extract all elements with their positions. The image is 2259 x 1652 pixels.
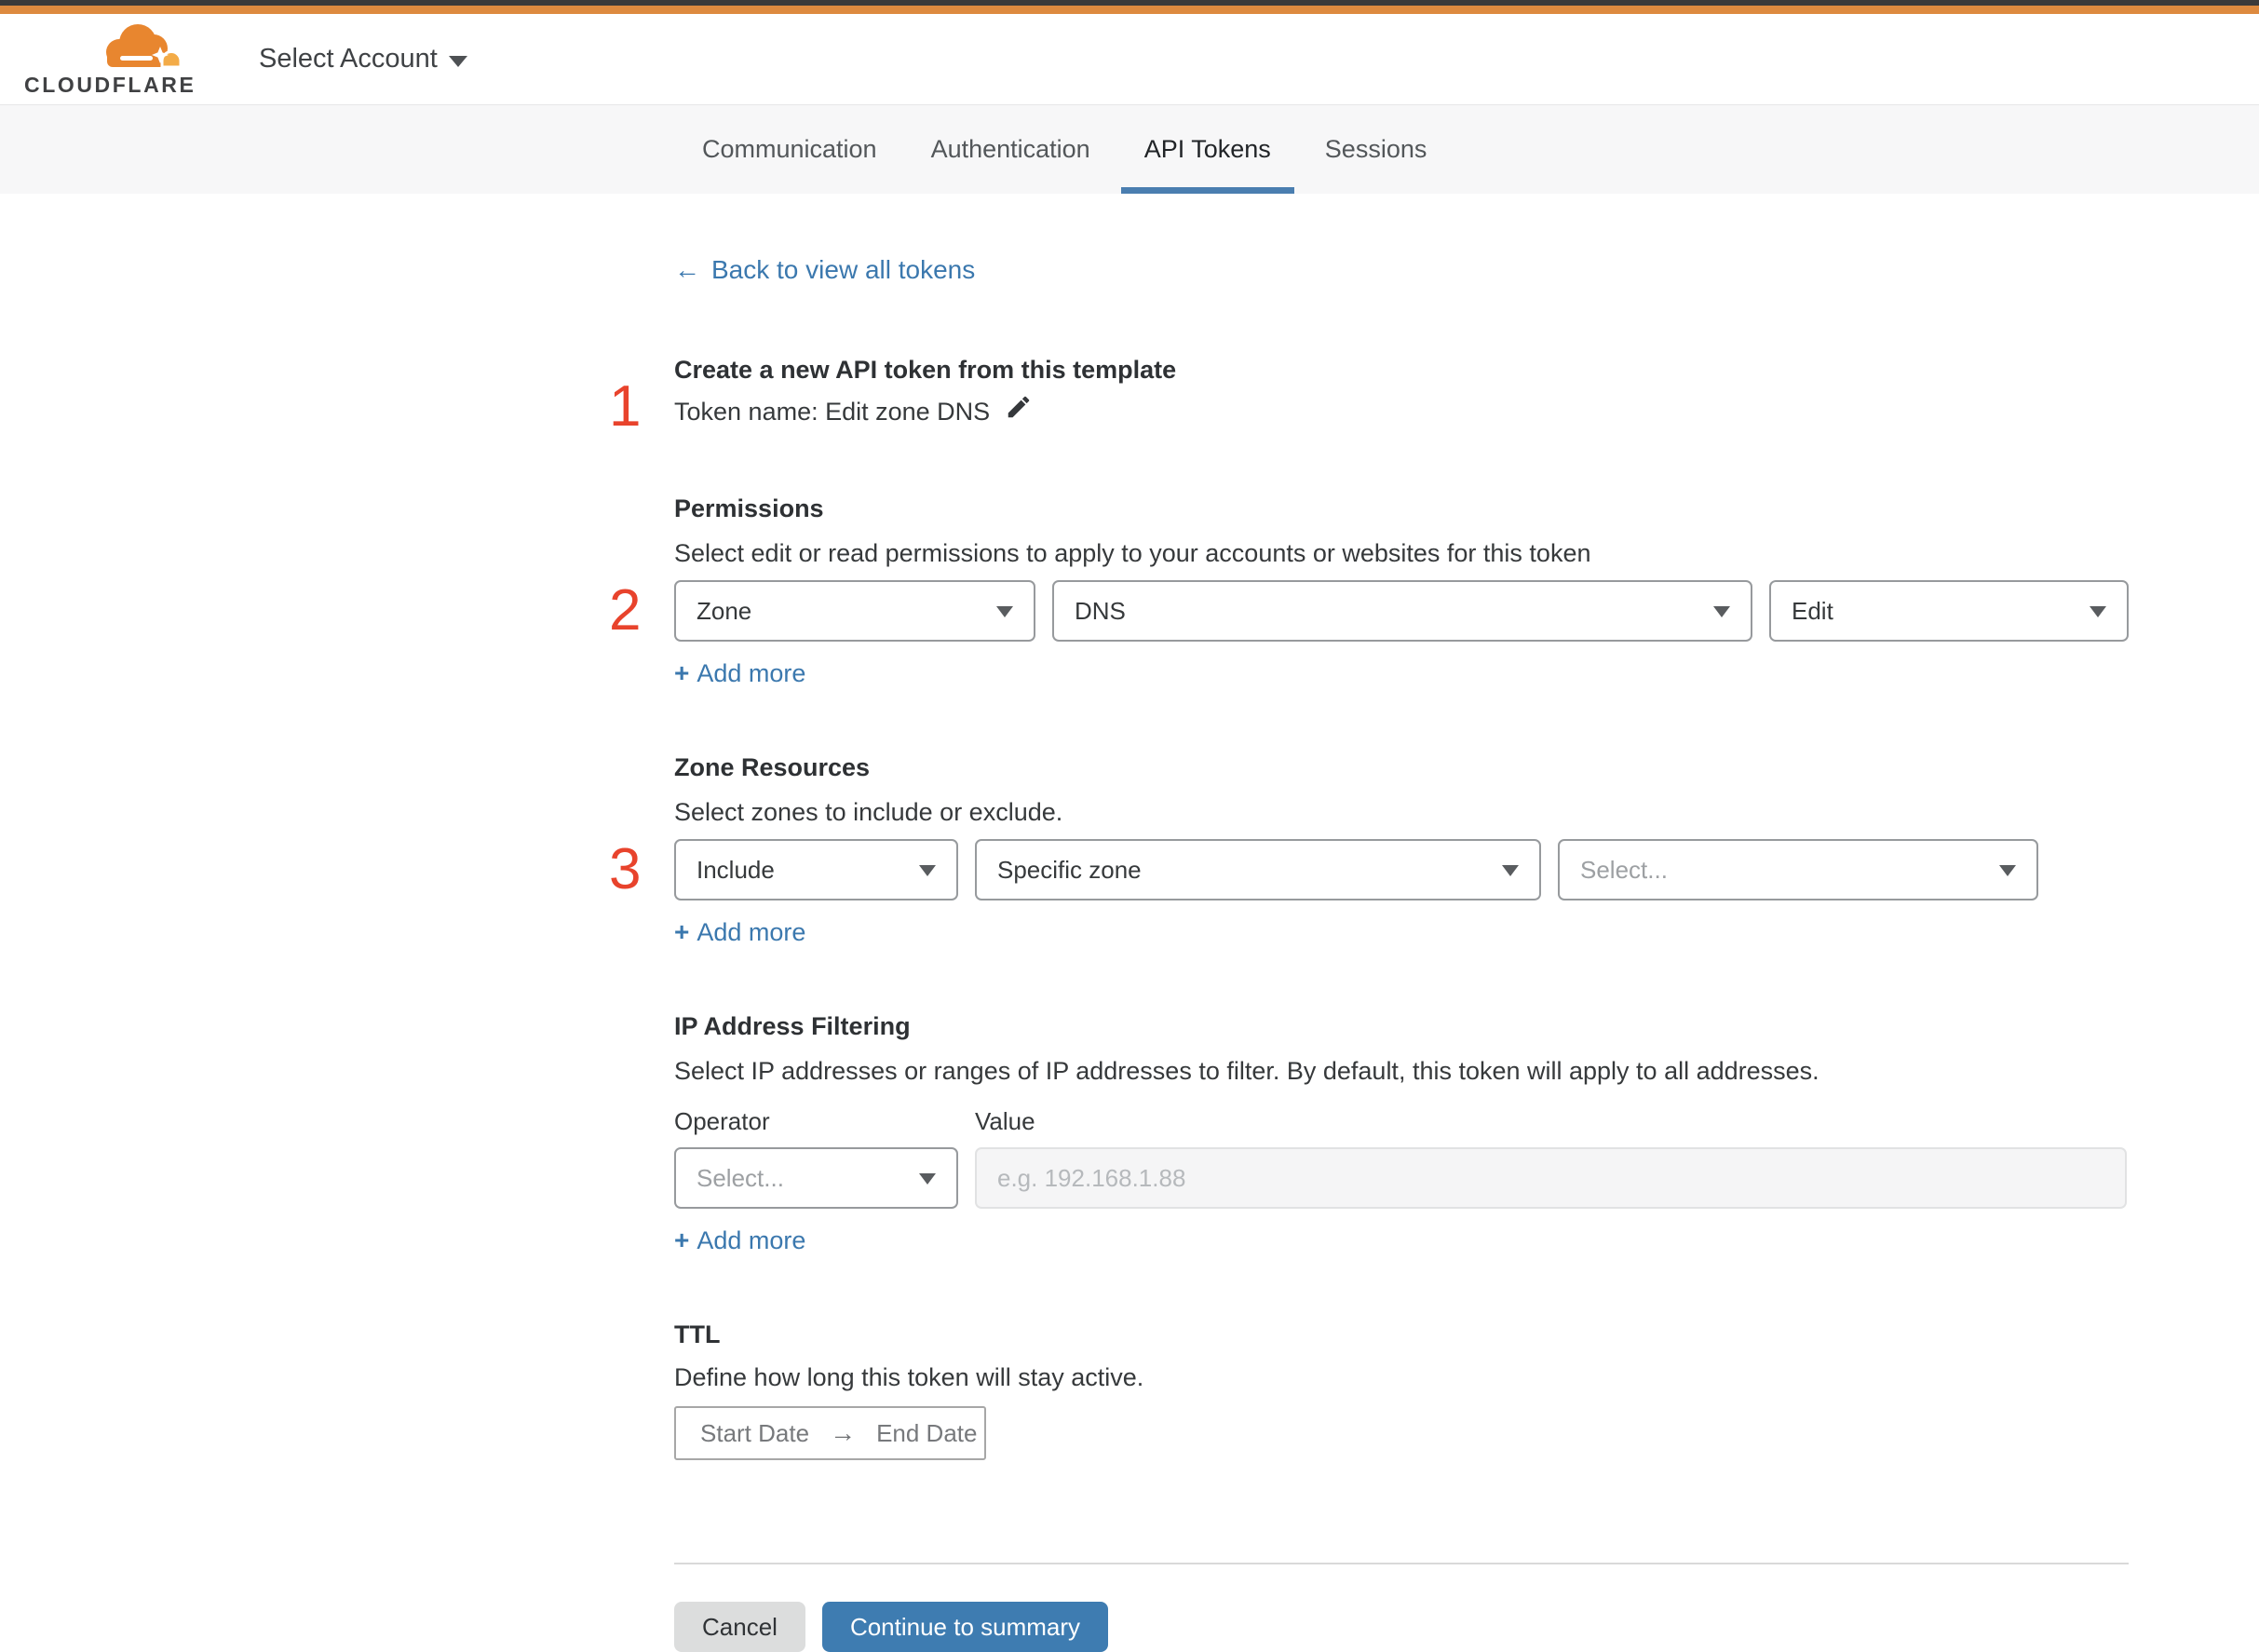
tab-authentication[interactable]: Authentication xyxy=(908,105,1114,194)
step-number-1: 1 xyxy=(609,374,642,439)
start-date-placeholder: Start Date xyxy=(700,1418,810,1447)
zone-type-value: Specific zone xyxy=(997,855,1142,884)
footer-actions: Cancel Continue to summary xyxy=(674,1602,2129,1652)
tab-api-tokens[interactable]: API Tokens xyxy=(1120,105,1294,194)
tab-sessions[interactable]: Sessions xyxy=(1302,105,1451,194)
plus-icon: + xyxy=(674,917,690,946)
ip-operator-select[interactable]: Select... xyxy=(674,1147,958,1209)
top-accent-bar xyxy=(0,6,2259,14)
add-more-label: Add more xyxy=(697,1226,806,1254)
edit-pencil-icon[interactable] xyxy=(1005,393,1033,427)
ip-filtering-heading: IP Address Filtering xyxy=(674,1012,911,1040)
arrow-right-icon: → xyxy=(830,1418,857,1447)
permissions-description: Select edit or read permissions to apply… xyxy=(674,539,1591,567)
token-section-title: Create a new API token from this templat… xyxy=(674,356,1177,384)
cloudflare-logo[interactable]: CLOUDFLARE xyxy=(24,20,201,98)
back-link-label: Back to view all tokens xyxy=(711,255,976,284)
zone-type-select[interactable]: Specific zone xyxy=(975,839,1541,900)
header: CLOUDFLARE Select Account xyxy=(0,14,2259,104)
plus-icon: + xyxy=(674,1225,690,1254)
end-date-placeholder: End Date xyxy=(876,1418,978,1447)
operator-label: Operator xyxy=(674,1107,770,1135)
ip-value-input[interactable] xyxy=(975,1147,2127,1209)
permission-scope-value: Zone xyxy=(697,596,752,625)
plus-icon: + xyxy=(674,658,690,687)
permission-group-select[interactable]: DNS xyxy=(1052,580,1752,642)
step-number-2: 2 xyxy=(609,578,642,643)
permissions-add-more-link[interactable]: + Add more xyxy=(674,658,805,688)
permissions-row: Zone DNS Edit xyxy=(674,580,2129,642)
permission-level-value: Edit xyxy=(1792,596,1833,625)
token-name-section: 1 Create a new API token from this templ… xyxy=(609,356,2129,439)
chevron-down-icon xyxy=(448,55,467,67)
ip-filtering-row: Select... xyxy=(674,1147,2129,1209)
permissions-heading: Permissions xyxy=(674,494,824,522)
permission-group-value: DNS xyxy=(1075,596,1126,625)
zone-resources-add-more-link[interactable]: + Add more xyxy=(674,917,805,947)
ip-field-labels: Operator Value xyxy=(674,1107,2129,1136)
ttl-heading: TTL xyxy=(674,1320,721,1348)
value-label: Value xyxy=(975,1107,1035,1135)
back-to-tokens-link[interactable]: ← Back to view all tokens xyxy=(674,255,975,285)
footer-divider xyxy=(674,1563,2129,1564)
zone-picker-select[interactable]: Select... xyxy=(1558,839,2038,900)
zone-resources-heading: Zone Resources xyxy=(674,753,871,781)
ttl-date-range-picker[interactable]: Start Date → End Date xyxy=(674,1406,986,1460)
permission-level-select[interactable]: Edit xyxy=(1769,580,2129,642)
zone-include-value: Include xyxy=(697,855,775,884)
continue-to-summary-button[interactable]: Continue to summary xyxy=(821,1602,1109,1652)
add-more-label: Add more xyxy=(697,659,806,687)
tab-communication[interactable]: Communication xyxy=(679,105,900,194)
zone-resources-section: 3 Zone Resources Select zones to include… xyxy=(609,753,2129,947)
ip-filtering-section: IP Address Filtering Select IP addresses… xyxy=(674,1012,2129,1255)
ip-filtering-add-more-link[interactable]: + Add more xyxy=(674,1225,805,1255)
permission-scope-select[interactable]: Zone xyxy=(674,580,1035,642)
cancel-button[interactable]: Cancel xyxy=(674,1602,805,1652)
ip-operator-placeholder: Select... xyxy=(697,1163,784,1192)
zone-resources-description: Select zones to include or exclude. xyxy=(674,798,1063,826)
permissions-section: 2 Permissions Select edit or read permis… xyxy=(609,494,2129,688)
zone-include-select[interactable]: Include xyxy=(674,839,958,900)
zone-resources-row: Include Specific zone Select... xyxy=(674,839,2129,900)
ip-filtering-description: Select IP addresses or ranges of IP addr… xyxy=(674,1057,1819,1085)
ttl-description: Define how long this token will stay act… xyxy=(674,1363,1144,1391)
account-selector-label: Select Account xyxy=(259,44,438,74)
token-name-value: Token name: Edit zone DNS xyxy=(674,398,991,426)
add-more-label: Add more xyxy=(697,918,806,946)
ttl-section: TTL Define how long this token will stay… xyxy=(674,1320,2129,1460)
tab-bar: Communication Authentication API Tokens … xyxy=(0,104,2259,194)
cloudflare-cloud-icon xyxy=(106,24,183,69)
step-number-3: 3 xyxy=(609,837,642,901)
cloudflare-wordmark: CLOUDFLARE xyxy=(24,73,196,97)
zone-picker-placeholder: Select... xyxy=(1580,855,1668,884)
main-content: ← Back to view all tokens 1 Create a new… xyxy=(609,194,2129,1652)
account-selector[interactable]: Select Account xyxy=(259,44,467,74)
back-arrow-icon: ← xyxy=(674,255,700,284)
